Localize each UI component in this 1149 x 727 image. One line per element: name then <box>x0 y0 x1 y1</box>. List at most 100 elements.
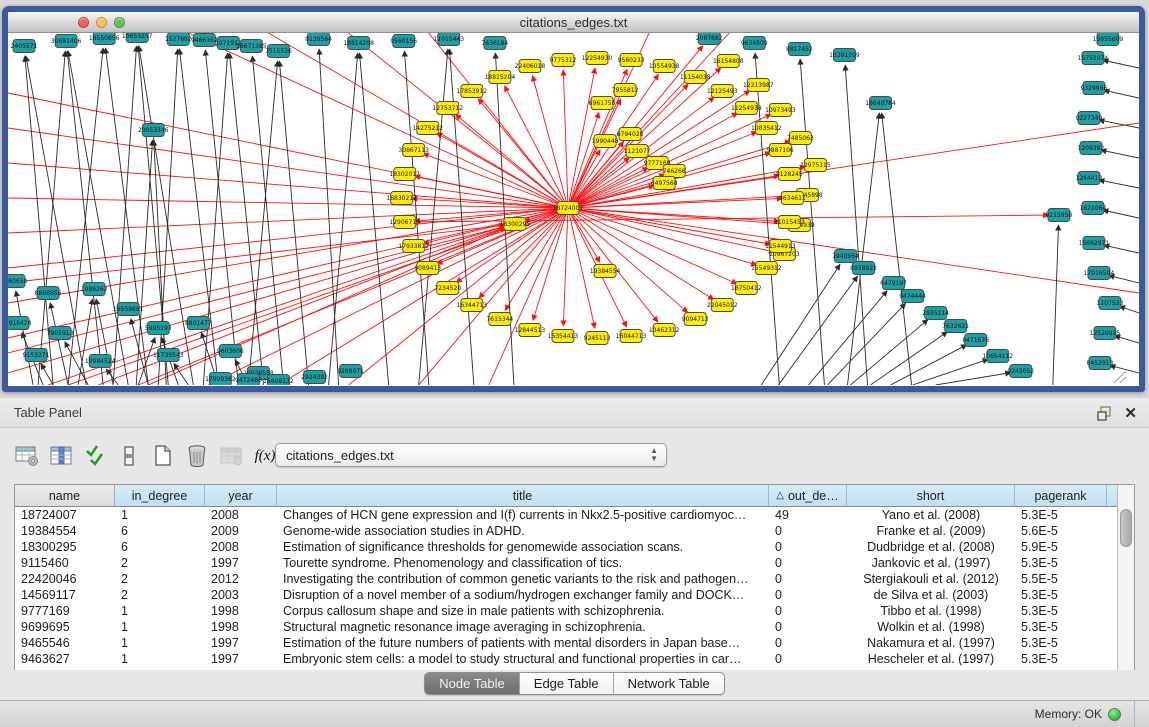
table-cell[interactable]: Genome-wide association studies in ADHD. <box>277 523 769 539</box>
table-cell[interactable]: 0 <box>769 651 847 667</box>
column-header-name[interactable]: name <box>15 485 115 506</box>
graph-node[interactable]: 9474444 <box>899 290 926 303</box>
table-cell[interactable]: Investigating the contribution of common… <box>277 571 769 587</box>
graph-node[interactable]: 18724007 <box>553 202 584 215</box>
table-cell[interactable]: Dudbridge et al. (2008) <box>847 539 1015 555</box>
graph-node[interactable]: 2087682 <box>696 33 723 45</box>
table-cell[interactable]: Jankovic et al. (1997) <box>847 555 1015 571</box>
graph-node[interactable]: 9094713 <box>682 313 709 326</box>
table-row[interactable]: 2242004622012Investigating the contribut… <box>15 571 1134 587</box>
table-cell[interactable]: 9115460 <box>15 555 115 571</box>
graph-node[interactable]: 16044713 <box>616 330 647 343</box>
table-row[interactable]: 1456911722003Disruption of a novel membe… <box>15 587 1134 603</box>
table-cell[interactable]: 0 <box>769 635 847 651</box>
graph-node[interactable]: 10653257 <box>122 33 153 43</box>
clear-selection-icon[interactable] <box>112 441 146 471</box>
graph-node[interactable]: 11015453 <box>774 216 805 229</box>
table-cell[interactable]: Tourette syndrome. Phenomenology and cla… <box>277 555 769 571</box>
graph-node[interactable]: 15608132 <box>263 375 294 386</box>
graph-node[interactable]: 12213987 <box>743 79 774 92</box>
graph-node[interactable]: 17933812 <box>398 240 429 253</box>
table-cell[interactable]: 5.5E-5 <box>1015 571 1107 587</box>
table-vertical-scrollbar[interactable] <box>1117 485 1134 670</box>
graph-node[interactable]: 746266 <box>663 165 686 178</box>
graph-node[interactable]: 12520925 <box>1090 327 1121 340</box>
table-cell[interactable]: 1997 <box>205 635 277 651</box>
table-cell[interactable]: 1997 <box>205 555 277 571</box>
graph-node[interactable]: 11154038 <box>680 71 711 84</box>
table-cell[interactable]: 49 <box>769 507 847 523</box>
graph-node[interactable]: 17016504 <box>1084 267 1115 280</box>
graph-node[interactable]: 10462312 <box>649 324 680 337</box>
graph-node[interactable]: 9775312 <box>550 54 577 67</box>
graph-node[interactable]: 10835412 <box>751 122 782 135</box>
graph-node[interactable]: 18300295 <box>500 218 531 231</box>
graph-node[interactable]: 19384554 <box>590 265 621 278</box>
table-cell[interactable]: Changes of HCN gene expression and I(f) … <box>277 507 769 523</box>
graph-node[interactable]: 10654112 <box>982 350 1013 363</box>
table-row[interactable]: 977716911998Corpus callosum shape and si… <box>15 603 1134 619</box>
graph-node[interactable]: 8452913 <box>1087 357 1114 370</box>
graph-node[interactable]: 9288971 <box>337 365 364 378</box>
table-cell[interactable]: 22420046 <box>15 571 115 587</box>
tab-edge-table[interactable]: Edge Table <box>520 673 614 694</box>
graph-node[interactable]: 30867113 <box>398 144 429 157</box>
table-cell[interactable]: 2 <box>115 587 205 603</box>
table-cell[interactable]: 0 <box>769 571 847 587</box>
graph-node[interactable]: 8139564 <box>305 33 332 46</box>
table-cell[interactable]: 1 <box>115 603 205 619</box>
graph-node[interactable]: 18815204 <box>485 71 516 84</box>
graph-node[interactable]: 1940954 <box>832 250 859 263</box>
table-cell[interactable]: Estimation of the future numbers of pati… <box>277 635 769 651</box>
select-all-icon[interactable] <box>78 441 112 471</box>
table-cell[interactable]: 0 <box>769 619 847 635</box>
table-cell[interactable]: 1 <box>115 651 205 667</box>
graph-node[interactable]: 8801477 <box>185 317 212 330</box>
graph-node[interactable]: 16750412 <box>731 282 762 295</box>
table-cell[interactable]: 2009 <box>205 523 277 539</box>
graph-node[interactable]: 1121077 <box>624 145 651 158</box>
graph-node[interactable]: 12753712 <box>432 102 463 115</box>
citation-network-graph[interactable]: 2405571306914061855085610653257152760294… <box>8 33 1139 385</box>
graph-node[interactable]: 10973493 <box>765 104 796 117</box>
graph-node[interactable]: 6961758 <box>589 97 616 110</box>
graph-node[interactable]: 9472486 <box>235 374 262 386</box>
table-row[interactable]: 946362711997Embryonic stem cells: a mode… <box>15 651 1134 667</box>
table-source-dropdown[interactable]: citations_edges.txt ▲▼ <box>275 443 667 467</box>
table-cell[interactable]: 1997 <box>205 651 277 667</box>
table-cell[interactable]: 9777169 <box>15 603 115 619</box>
graph-node[interactable]: 8938923 <box>850 262 877 275</box>
graph-node[interactable]: 17999362 <box>205 373 236 386</box>
graph-node[interactable]: 2405571 <box>11 40 38 53</box>
graph-node[interactable]: 8817452 <box>786 43 813 56</box>
graph-node[interactable]: 11254938 <box>731 102 762 115</box>
graph-node[interactable]: 18550856 <box>89 33 120 45</box>
graph-node[interactable]: 9153271 <box>23 349 50 362</box>
table-cell[interactable]: 5.6E-5 <box>1015 523 1107 539</box>
graph-node[interactable]: 12254930 <box>582 52 613 65</box>
table-cell[interactable]: 5.3E-5 <box>1015 619 1107 635</box>
table-mode-icon[interactable] <box>10 441 44 471</box>
network-canvas[interactable]: 2405571306914061855085610653257152760294… <box>8 33 1139 385</box>
graph-node[interactable]: 9245113 <box>584 332 611 345</box>
table-cell[interactable]: 5.3E-5 <box>1015 651 1107 667</box>
graph-node[interactable]: 11015443 <box>433 33 464 46</box>
graph-node[interactable]: 7955812 <box>612 84 639 97</box>
table-cell[interactable]: 18300295 <box>15 539 115 555</box>
table-cell[interactable]: Structural magnetic resonance image aver… <box>277 619 769 635</box>
graph-node[interactable]: 6794028 <box>617 128 644 141</box>
network-window-titlebar[interactable]: citations_edges.txt <box>8 12 1139 33</box>
graph-node[interactable]: 1244413 <box>1076 172 1103 185</box>
graph-node[interactable]: 12975115 <box>800 159 831 172</box>
graph-node[interactable]: 1209382 <box>1078 142 1105 155</box>
table-cell[interactable]: 9699695 <box>15 619 115 635</box>
graph-node[interactable]: 6497568 <box>651 177 678 190</box>
column-header-in-degree[interactable]: in_degree <box>115 485 205 506</box>
graph-node[interactable]: 9560233 <box>618 54 645 67</box>
graph-node[interactable]: 8471676 <box>962 334 989 347</box>
table-cell[interactable]: 19384554 <box>15 523 115 539</box>
table-cell[interactable]: 1 <box>115 635 205 651</box>
table-cell[interactable]: 2012 <box>205 571 277 587</box>
table-cell[interactable]: 2008 <box>205 539 277 555</box>
column-header-title[interactable]: title <box>277 485 769 506</box>
